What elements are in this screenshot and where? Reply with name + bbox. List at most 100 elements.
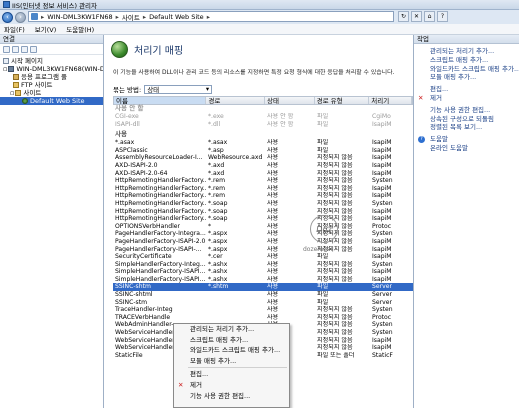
ctx-edit-permissions[interactable]: 기능 사용 권한 편집... — [174, 391, 289, 402]
connections-pane: 연결 시작 페이지 ▫ WIN-DML3KW1FN68(WIN-DM 응용 프로그… — [0, 35, 104, 408]
chevron-down-icon: ▾ — [205, 85, 210, 93]
forward-button[interactable]: › — [15, 11, 26, 23]
action-edit-permissions[interactable]: 기능 사용 권한 편집... — [414, 106, 519, 115]
table-row[interactable]: HttpRemotingHandlerFactory... *.rem 사용 지정되지… — [113, 185, 413, 193]
table-cell: 사용 — [267, 298, 279, 306]
address-bar[interactable]: ▸ WIN-DML3KW1FN68 ▸ 사이트 ▸ Default Web Si… — [28, 11, 394, 22]
table-row[interactable]: HttpRemotingHandlerFactory... *.soap 사용 지정되… — [113, 215, 413, 223]
table-cell: *.exe — [208, 113, 224, 120]
tree-server[interactable]: ▫ WIN-DML3KW1FN68(WIN-DM — [0, 65, 103, 73]
action-remove[interactable]: ✕ 제거 — [414, 94, 519, 103]
table-row[interactable]: SimpleHandlerFactory-ISAPI... *.ashx 사용 지정되… — [113, 268, 413, 276]
action-add-module-mapping[interactable]: 모듈 매핑 추가... — [414, 73, 519, 82]
table-row[interactable]: SSINC-stm 사용 파일 Server — [113, 299, 413, 307]
menu-view[interactable]: 보기(V) — [35, 24, 56, 34]
ctx-add-managed-handler[interactable]: 관리되는 처리기 추가... — [174, 324, 289, 335]
app-pool-icon — [13, 74, 19, 80]
table-cell: 지정되지 않음 — [317, 207, 353, 215]
table-row[interactable]: AssemblyResourceLoader-I... WebResource.a… — [113, 154, 413, 162]
action-add-managed-handler[interactable]: 관리되는 처리기 추가... — [414, 47, 519, 56]
refresh-icon[interactable]: ↻ — [398, 11, 409, 22]
breadcrumb-server[interactable]: WIN-DML3KW1FN68 — [47, 13, 112, 21]
table-row[interactable]: ISAPI-dll *.dll 사용 안 함 파일 IsapiM — [113, 121, 413, 129]
table-row[interactable]: SimpleHandlerFactory-Integ... *.ashx 사용 지정되… — [113, 261, 413, 269]
group-header-disabled[interactable]: 사용 안 함 — [113, 105, 413, 113]
table-row[interactable]: OPTIONSVerbHandler * 사용 지정되지 않음 Protoc — [113, 223, 413, 231]
column-handler[interactable]: 처리기 — [369, 97, 413, 104]
table-cell: 파일 — [317, 139, 329, 147]
action-online-help[interactable]: 온라인 도움말 — [414, 144, 519, 153]
stop-icon[interactable]: ✕ — [411, 11, 422, 22]
tree-sites[interactable]: ▫ 사이트 — [0, 89, 103, 97]
table-cell: Protoc — [372, 313, 392, 321]
table-cell: IsapiM — [372, 207, 392, 215]
table-row[interactable]: HttpRemotingHandlerFactory... *.rem 사용 지정되지… — [113, 177, 413, 185]
table-cell: 파일 — [317, 253, 329, 261]
table-row[interactable]: CGI-exe *.exe 사용 안 함 파일 CgiMo — [113, 113, 413, 121]
table-row[interactable]: AXD-ISAPI-2.0 *.axd 사용 지정되지 않음 IsapiM — [113, 162, 413, 170]
action-view-ordered-list[interactable]: 정렬된 목록 보기... — [414, 123, 519, 132]
table-cell: 지정되지 않음 — [317, 199, 353, 207]
collapse-icon[interactable]: ▫ — [3, 65, 7, 73]
table-cell: *.aspx — [208, 237, 228, 245]
group-by-select[interactable]: 상태 ▾ — [144, 84, 213, 94]
table-cell: 파일 — [317, 146, 329, 154]
column-path-type[interactable]: 경로 유형 — [315, 97, 370, 104]
breadcrumb-site[interactable]: Default Web Site — [149, 13, 204, 21]
table-cell: IsapiM — [372, 161, 392, 169]
table-cell: IsapiM — [372, 169, 392, 177]
save-icon[interactable] — [12, 46, 19, 53]
table-row[interactable]: TraceHandler-Integ 사용 지정되지 않음 Systen — [113, 306, 413, 314]
action-edit[interactable]: 편집... — [414, 85, 519, 94]
tree-start-page[interactable]: 시작 페이지 — [0, 57, 103, 65]
tree-default-web-site[interactable]: Default Web Site — [0, 97, 103, 105]
table-row[interactable]: HttpRemotingHandlerFactory... *.rem 사용 지정되지… — [113, 192, 413, 200]
table-row[interactable]: AXD-ISAPI-2.0-64 *.axd 사용 지정되지 않음 IsapiM — [113, 170, 413, 178]
breadcrumb-sites[interactable]: 사이트 — [122, 12, 140, 22]
home-icon[interactable]: ⌂ — [424, 11, 435, 22]
ctx-add-script-map[interactable]: 스크립트 매핑 추가... — [174, 335, 289, 346]
table-row[interactable]: TRACEVerbHandle 사용 지정되지 않음 Protoc — [113, 314, 413, 322]
table-row[interactable]: ASPClassic *.asp 사용 파일 IsapiM — [113, 147, 413, 155]
help-icon[interactable]: ? — [437, 11, 448, 22]
table-cell: IsapiM — [372, 139, 392, 147]
table-cell: IsapiM — [372, 192, 392, 200]
table-row[interactable]: PageHandlerFactory-ISAPI-2.0 *.aspx 사용 지정되지… — [113, 238, 413, 246]
tree-app-pools[interactable]: 응용 프로그램 풀 — [0, 73, 103, 81]
ctx-remove[interactable]: ✕ 제거 — [174, 380, 289, 391]
table-cell: IsapiM — [372, 146, 392, 154]
ctx-add-wildcard-script-map[interactable]: 와일드카드 스크립트 매핑 추가... — [174, 345, 289, 356]
table-row[interactable]: SSINC-shtm *.shtm 사용 파일 Server — [113, 283, 413, 292]
action-help[interactable]: ? 도움말 — [414, 135, 519, 144]
refresh-connections-icon[interactable] — [30, 46, 37, 53]
tree-ftp-sites[interactable]: FTP 사이트 — [0, 81, 103, 89]
table-row[interactable]: SimpleHandlerFactory-ISAPI... *.ashx 사용 지정되… — [113, 276, 413, 284]
table-row[interactable]: SSINC-shtml 사용 파일 Server — [113, 291, 413, 299]
ctx-add-module-mapping[interactable]: 모듈 매핑 추가... — [174, 356, 289, 367]
up-icon[interactable] — [21, 46, 28, 53]
group-header-enabled[interactable]: 사용 — [113, 128, 413, 139]
column-state[interactable]: 상태 — [265, 97, 315, 104]
table-row[interactable]: PageHandlerFactory-Integra... *.aspx 사용 지정되… — [113, 230, 413, 238]
chevron-right-icon: ▸ — [115, 12, 119, 21]
connect-icon[interactable] — [3, 46, 10, 53]
table-row[interactable]: PageHandlerFactory-ISAPI-... *.aspx 사용 지정되지… — [113, 246, 413, 254]
menu-file[interactable]: 파일(F) — [4, 24, 25, 34]
ctx-edit[interactable]: 편집... — [174, 369, 289, 380]
table-row[interactable]: *.asax *.asax 사용 파일 IsapiM — [113, 139, 413, 147]
table-row[interactable]: SecurityCertificate *.cer 사용 파일 IsapiM — [113, 253, 413, 261]
table-cell: 사용 — [267, 237, 279, 245]
column-path[interactable]: 경로 — [206, 97, 265, 104]
table-cell: Protoc — [372, 222, 392, 230]
menu-help[interactable]: 도움말(H) — [66, 24, 94, 34]
back-button[interactable]: ‹ — [2, 11, 13, 23]
table-cell: 사용 — [267, 215, 279, 223]
table-cell: 지정되지 않음 — [317, 344, 353, 352]
table-row[interactable]: HttpRemotingHandlerFactory... *.soap 사용 지정되… — [113, 208, 413, 216]
collapse-icon[interactable]: ▫ — [10, 89, 14, 97]
table-cell: AssemblyResourceLoader-I... — [115, 154, 203, 162]
column-name[interactable]: 이름 — [114, 97, 207, 104]
table-cell: HttpRemotingHandlerFactory... — [115, 177, 206, 185]
action-add-script-map[interactable]: 스크립트 매핑 추가... — [414, 56, 519, 65]
table-row[interactable]: HttpRemotingHandlerFactory... *.soap 사용 지정되… — [113, 200, 413, 208]
